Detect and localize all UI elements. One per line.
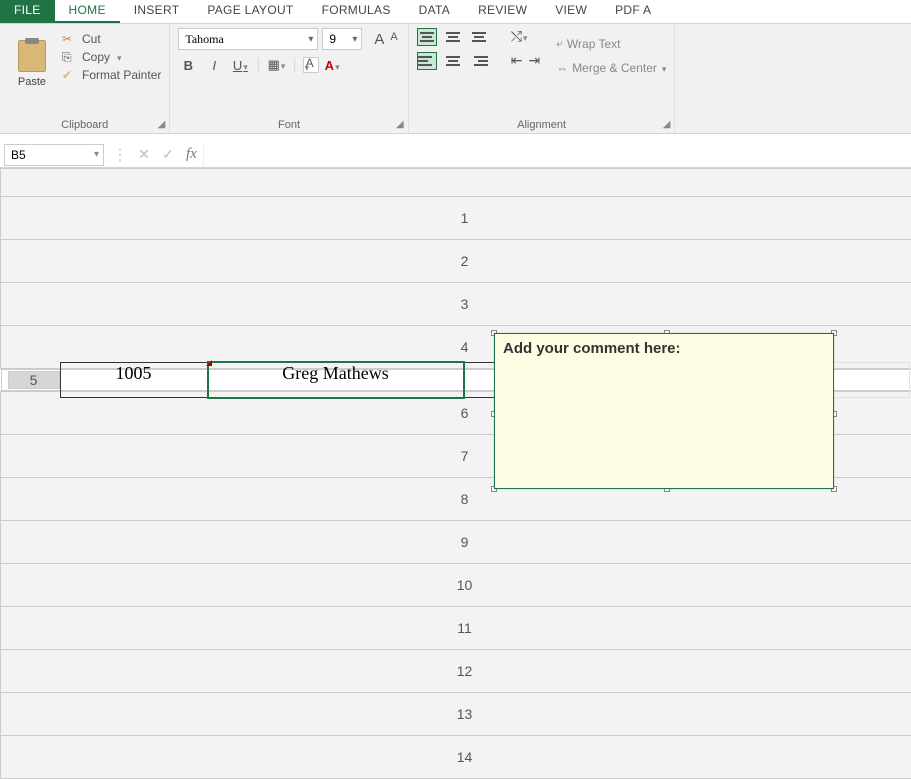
row-header-10[interactable]: 10 [1,564,911,607]
italic-button[interactable]: I [204,58,224,73]
tab-home[interactable]: HOME [55,0,120,23]
font-color-button[interactable] [325,57,341,73]
tab-file[interactable]: FILE [0,0,55,23]
fx-label[interactable]: fx [180,146,203,163]
alignment-group-label: Alignment [409,119,675,131]
tab-formulas[interactable]: FORMULAS [308,0,405,23]
align-top-button[interactable] [417,28,437,46]
decrease-font-icon[interactable]: A [388,31,399,48]
group-clipboard: Paste Cut Copy Format Painter Clipboard … [0,24,170,133]
comment-body[interactable] [503,357,825,437]
alignment-launcher-icon[interactable]: ◢ [663,119,671,130]
underline-button[interactable]: U [230,58,250,73]
clipboard-icon [18,40,46,72]
row-header-9[interactable]: 9 [1,521,911,564]
row-header-13[interactable]: 13 [1,693,911,736]
cut-button[interactable]: Cut [62,32,161,46]
tab-view[interactable]: VIEW [541,0,601,23]
tab-insert[interactable]: INSERT [120,0,194,23]
comment-box[interactable]: Add your comment here: [494,333,834,489]
row-header-1[interactable]: 1 [1,197,911,240]
format-painter-button[interactable]: Format Painter [62,68,161,82]
clipboard-launcher-icon[interactable]: ◢ [158,119,166,130]
orientation-button[interactable]: ⤭ [511,28,528,46]
wrap-text-icon: ⤶ [556,36,563,51]
wrap-text-label: Wrap Text [567,37,621,51]
merge-dropdown-icon[interactable] [661,61,667,75]
font-group-label: Font [170,119,407,131]
worksheet-grid: A B C D E 11001Jack Daniel2160%21002Mich… [0,168,911,779]
paintbrush-icon [62,68,76,82]
borders-button[interactable]: ▦ [267,57,287,73]
merge-center-button[interactable]: ⇔ Merge & Center [556,61,666,75]
wrap-text-button[interactable]: ⤶ Wrap Text [556,36,666,51]
cell-A5[interactable]: 1005 [60,362,208,398]
copy-icon [62,50,76,64]
fill-color-button[interactable] [303,57,319,73]
bold-button[interactable]: B [178,58,198,73]
align-right-button[interactable] [469,52,489,70]
copy-label: Copy [82,50,110,64]
row-header-12[interactable]: 12 [1,650,911,693]
paste-button[interactable]: Paste [8,28,56,100]
format-painter-label: Format Painter [82,68,161,82]
font-name-select[interactable]: Tahoma [178,28,318,50]
scissors-icon [62,32,76,46]
copy-button[interactable]: Copy [62,50,161,64]
increase-indent-button[interactable]: ⇥ [528,52,540,70]
align-left-button[interactable] [417,52,437,70]
tab-pdf[interactable]: PDF A [601,0,665,23]
cut-label: Cut [82,32,101,46]
merge-icon: ⇔ [556,61,568,75]
row-header-3[interactable]: 3 [1,283,911,326]
comment-container: Add your comment here: [494,333,834,489]
tab-page-layout[interactable]: PAGE LAYOUT [193,0,307,23]
align-center-button[interactable] [443,52,463,70]
font-size-select[interactable]: 9 [322,28,362,50]
comment-prompt: Add your comment here: [503,340,825,357]
cell-B5[interactable]: Greg Mathews [208,362,464,398]
decrease-indent-button[interactable]: ⇤ [511,52,523,70]
align-bottom-button[interactable] [469,28,489,46]
enter-formula-button[interactable]: ✓ [156,146,180,163]
group-alignment: ⤭ ⇤ ⇥ ⤶ Wrap Text ⇔ Merge & Center Alignme… [409,24,676,133]
ribbon-tabs: FILE HOME INSERT PAGE LAYOUT FORMULAS DA… [0,0,911,24]
name-box[interactable]: B5 [4,144,104,166]
cancel-formula-button[interactable]: ✕ [132,146,156,163]
formula-bar: B5 ⋮ ✕ ✓ fx [0,142,911,168]
ribbon: Paste Cut Copy Format Painter Clipboard … [0,24,911,134]
select-all-corner[interactable] [1,169,911,197]
tab-review[interactable]: REVIEW [464,0,541,23]
paste-label: Paste [18,76,46,88]
copy-dropdown-icon[interactable] [116,50,122,64]
clipboard-group-label: Clipboard [0,119,169,131]
increase-font-icon[interactable]: A [372,31,386,48]
row-header-5[interactable]: 5 [8,371,60,389]
merge-center-label: Merge & Center [572,61,657,75]
font-launcher-icon[interactable]: ◢ [396,119,404,130]
tab-data[interactable]: DATA [405,0,464,23]
row-header-2[interactable]: 2 [1,240,911,283]
row-header-14[interactable]: 14 [1,736,911,779]
row-header-11[interactable]: 11 [1,607,911,650]
align-middle-button[interactable] [443,28,463,46]
formula-input[interactable] [203,144,911,166]
group-font: Tahoma 9 A A B I U | ▦ | Font ◢ [170,24,408,133]
